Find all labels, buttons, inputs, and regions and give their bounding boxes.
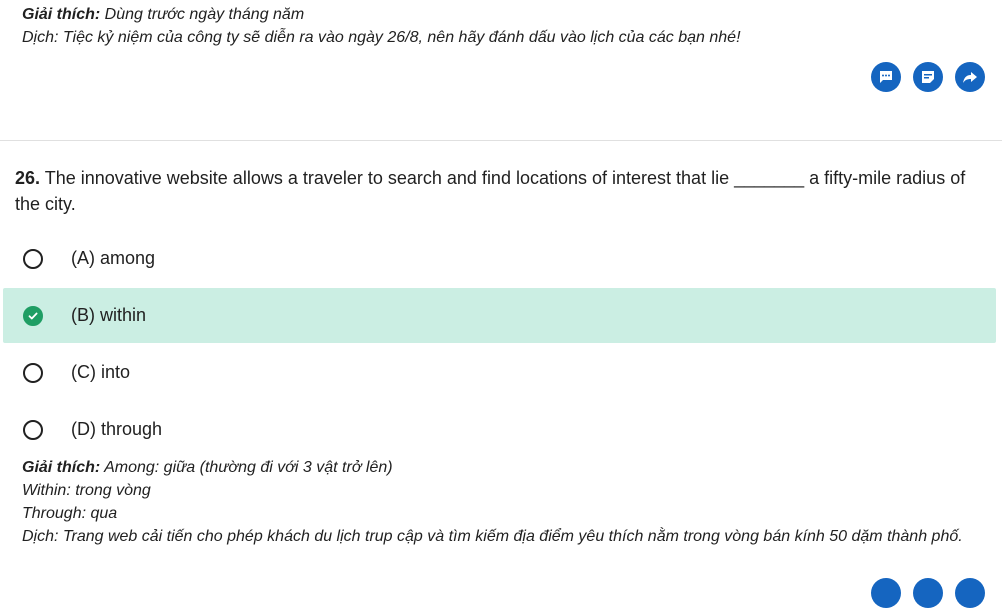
explanation-text: Dùng trước ngày tháng năm: [100, 6, 305, 23]
share-button[interactable]: [955, 578, 985, 608]
explanation-line: Giải thích: Dùng trước ngày tháng năm: [22, 3, 741, 26]
option-b[interactable]: (B) within: [3, 288, 996, 343]
option-label: (B) within: [71, 305, 147, 325]
question-text: 26. The innovative website allows a trav…: [15, 165, 990, 217]
section-divider: [0, 140, 1002, 141]
answer-options: (A) among (B) within (C) into (D) throug…: [3, 231, 996, 459]
option-label: (C) into: [71, 362, 131, 382]
radio-icon[interactable]: [23, 419, 43, 440]
comment-button[interactable]: [871, 578, 901, 608]
action-toolbar-bottom: [871, 578, 985, 608]
note-button[interactable]: [913, 578, 943, 608]
option-d[interactable]: (D) through: [3, 402, 996, 457]
checkmark-icon: [28, 312, 38, 319]
question-body: The innovative website allows a traveler…: [15, 168, 966, 214]
radio-icon[interactable]: [23, 248, 43, 269]
check-circle-icon[interactable]: [23, 305, 43, 326]
explanation-line: Within: trong vòng: [22, 482, 151, 499]
radio-icon[interactable]: [23, 362, 43, 383]
translation-text: Dịch: Tiệc kỷ niệm của công ty sẽ diễn r…: [22, 29, 741, 46]
question-number: 26.: [15, 168, 41, 188]
option-c[interactable]: (C) into: [3, 345, 996, 400]
chat-bubble-icon: [880, 71, 892, 83]
explanation-label: Giải thích:: [22, 459, 101, 476]
explanation-text: Among: giữa (thường đi với 3 vật trở lên…: [100, 459, 393, 476]
previous-explanation: Giải thích: Dùng trước ngày tháng năm Dị…: [22, 3, 741, 49]
explanation-line: Giải thích: Among: giữa (thường đi với 3…: [22, 456, 987, 479]
option-a[interactable]: (A) among: [3, 231, 996, 286]
option-label: (A) among: [71, 248, 156, 268]
option-label: (D) through: [71, 419, 163, 439]
share-button[interactable]: [955, 62, 985, 92]
note-icon: [922, 71, 934, 83]
comment-button[interactable]: [871, 62, 901, 92]
explanation-label: Giải thích:: [22, 6, 101, 23]
share-arrow-icon: [963, 72, 977, 83]
explanation-line: Through: qua: [22, 505, 118, 522]
translation-text: Dịch: Trang web cải tiến cho phép khách …: [22, 528, 963, 545]
action-toolbar: [871, 62, 985, 92]
answer-explanation: Giải thích: Among: giữa (thường đi với 3…: [22, 456, 987, 548]
note-button[interactable]: [913, 62, 943, 92]
